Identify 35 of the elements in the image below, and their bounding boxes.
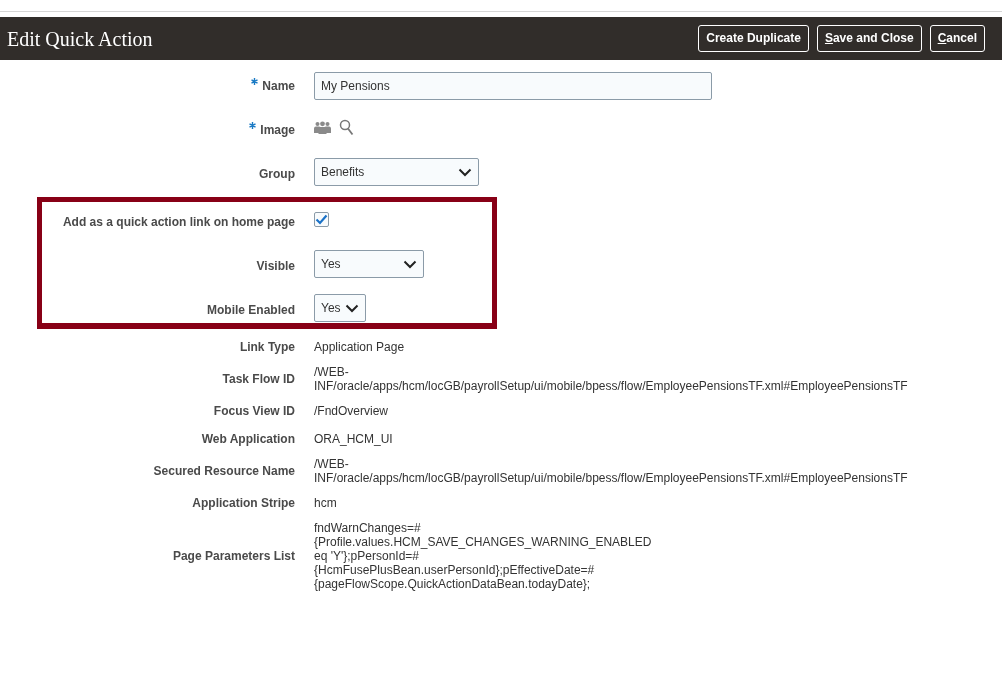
field-label: Group (258, 166, 295, 183)
header-button[interactable]: Cancel (929, 25, 985, 52)
field-label: Focus View ID (212, 403, 295, 420)
field-label: Add as a quick action link on home page (61, 214, 295, 231)
people-group-icon (314, 121, 331, 134)
dropdown-field[interactable]: Yes (314, 294, 366, 322)
field-value: ORA_HCM_UI (314, 432, 394, 446)
field-label: Visible (255, 258, 295, 275)
field-label: Task Flow ID (221, 371, 295, 388)
field-label: Secured Resource Name (152, 463, 295, 480)
checkbox[interactable] (314, 212, 329, 227)
field-label: Web Application (200, 431, 295, 448)
header-button[interactable]: Save and Close (816, 25, 922, 52)
field-label: Mobile Enabled (206, 302, 295, 319)
text-field[interactable]: My Pensions (314, 72, 712, 100)
chevron-down-icon (345, 303, 359, 313)
page-title: Edit Quick Action (7, 26, 153, 52)
field-value: /FndOverview (314, 404, 390, 418)
field-value: fndWarnChanges=# {Profile.values.HCM_SAVE_CHANGES_WARNING_ENABLED eq 'Y'};pPersonId=# {HcmFusePlusBean.userPersonId};pEffectiveDate=# {pageFlowScope.QuickActionDataBean.todayDate}; (314, 521, 653, 591)
dropdown-field[interactable]: Yes (314, 250, 424, 278)
field-value: /WEB- INF/oracle/apps/hcm/locGB/payrollSetup/ui/mobile/bpess/flow/EmployeePensionsTF.xml#EmployeePensionsTF (314, 365, 909, 393)
field-value: /WEB- INF/oracle/apps/hcm/locGB/payrollSetup/ui/mobile/bpess/flow/EmployeePensionsTF.xml#EmployeePensionsTF (314, 457, 909, 485)
checkmark-icon (315, 214, 328, 225)
header-button[interactable]: Create Duplicate (698, 25, 809, 52)
field-label: Application Stripe (191, 495, 295, 512)
field-label: Link Type (238, 339, 295, 356)
chevron-down-icon (458, 167, 472, 177)
field-label: Image (260, 123, 295, 137)
field-value: Application Page (314, 340, 406, 354)
search-icon[interactable] (339, 119, 354, 136)
dropdown-field[interactable]: Benefits (314, 158, 479, 186)
field-label: Name (262, 79, 295, 93)
field-value: hcm (314, 496, 338, 510)
chevron-down-icon (403, 259, 417, 269)
field-label: Page Parameters List (171, 548, 295, 565)
